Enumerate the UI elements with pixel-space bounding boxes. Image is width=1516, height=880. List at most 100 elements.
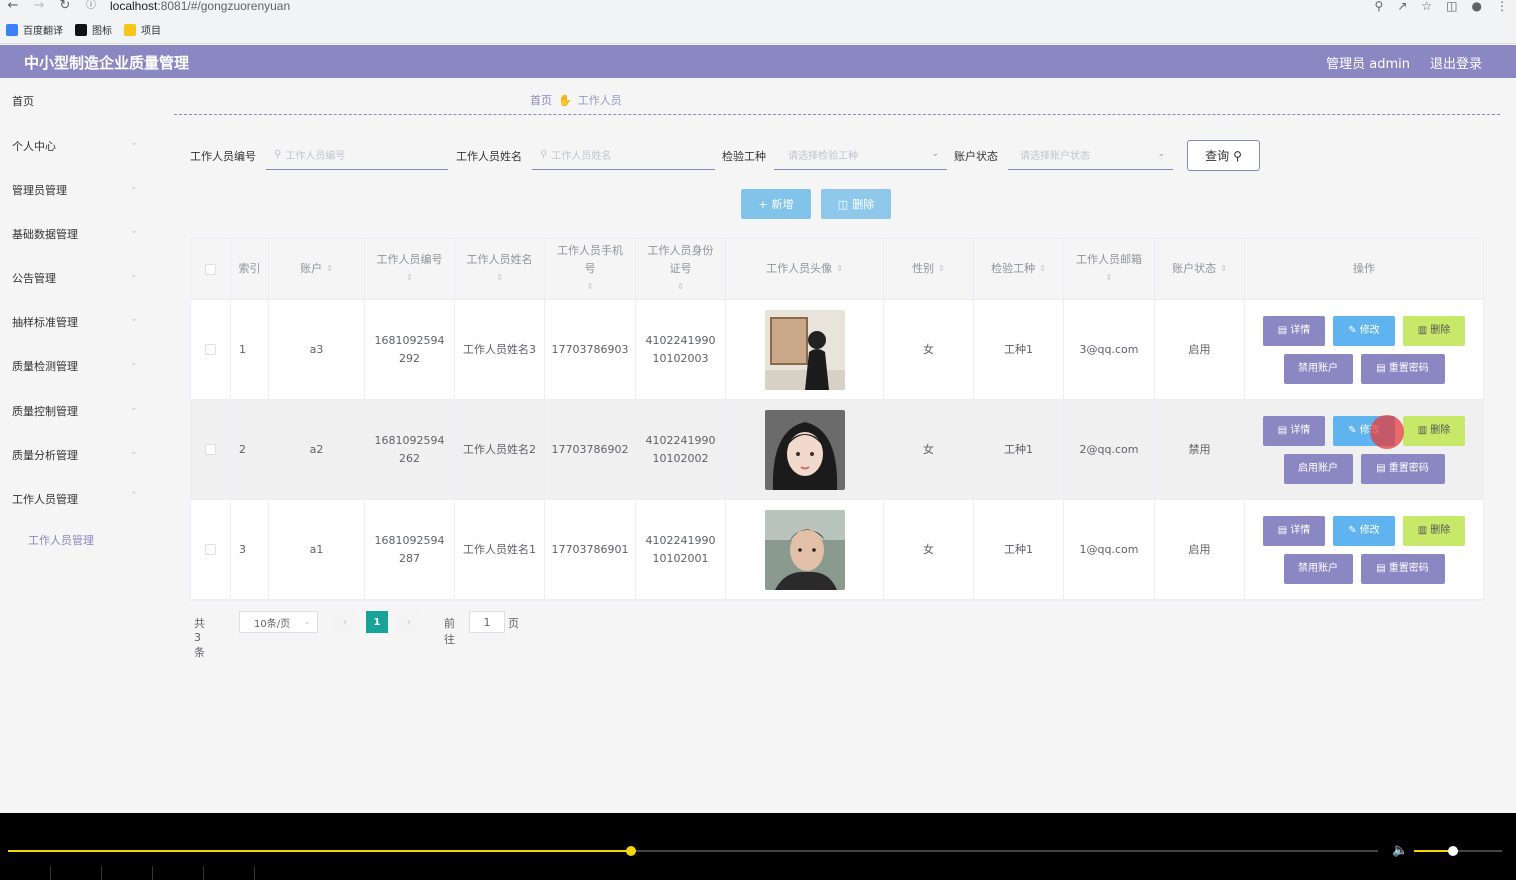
sidebar-item[interactable]: 抽样标准管理 ⌄ — [0, 314, 160, 334]
header-idcard[interactable]: 工作人员身份证号 ⇕ — [636, 239, 726, 299]
next-page-button[interactable]: › — [398, 611, 420, 633]
header-worktype[interactable]: 检验工种 ⇕ — [974, 239, 1064, 299]
breadcrumb-home[interactable]: 首页 — [530, 92, 552, 108]
delete-button[interactable]: ▥ 删除 — [1403, 315, 1465, 346]
seek-handle[interactable] — [626, 846, 637, 856]
sort-icon: ⇕ — [496, 273, 503, 282]
row-checkbox[interactable] — [191, 300, 231, 399]
chevron-down-icon: ⌄ — [130, 270, 138, 280]
sidepanel-icon[interactable]: ◫ — [1446, 0, 1457, 12]
key-icon[interactable]: ⚲ — [1375, 0, 1384, 12]
bookmark-item[interactable]: 百度翻译 — [6, 22, 63, 37]
reset-password-button[interactable]: ▤ 重置密码 — [1360, 353, 1445, 384]
sidebar-subitem-staff[interactable]: 工作人员管理 — [28, 532, 94, 548]
header-status[interactable]: 账户状态 ⇕ — [1155, 239, 1245, 299]
reset-password-button[interactable]: ▤ 重置密码 — [1360, 553, 1445, 584]
table-row: 2 a2 1681092594262 工作人员姓名2 17703786902 410224… — [191, 400, 1483, 500]
sidebar-item[interactable]: 首页 — [0, 93, 160, 113]
toggle-account-button[interactable]: 启用账户 — [1283, 453, 1353, 484]
row-checkbox[interactable] — [191, 400, 231, 499]
chevron-down-icon: ⌄ — [130, 447, 138, 457]
sidebar-item[interactable]: 工作人员管理 ⌃ — [0, 491, 160, 511]
toggle-account-button[interactable]: 禁用账户 — [1283, 353, 1353, 384]
bookmark-item[interactable]: 图标 — [75, 22, 112, 37]
chevron-down-icon: ⌄ — [130, 138, 138, 148]
detail-button[interactable]: ▤ 详情 — [1263, 315, 1325, 346]
profile-icon[interactable]: ● — [1472, 0, 1482, 12]
forward-icon[interactable]: → — [30, 0, 48, 14]
page-size-select[interactable]: 10条/页 ⌄ — [239, 611, 318, 633]
header-avatar[interactable]: 工作人员头像 ⇕ — [726, 239, 884, 299]
header-email[interactable]: 工作人员邮箱 ⇕ — [1064, 239, 1155, 299]
header-account[interactable]: 账户 ⇕ — [269, 239, 365, 299]
prev-page-button[interactable]: ‹ — [334, 611, 356, 633]
sidebar-item[interactable]: 质量分析管理 ⌄ — [0, 447, 160, 467]
sidebar-item[interactable]: 质量检测管理 ⌄ — [0, 358, 160, 378]
goto-page-input[interactable]: 1 — [469, 611, 505, 633]
player-tab[interactable] — [51, 866, 102, 880]
star-icon[interactable]: ☆ — [1421, 0, 1432, 12]
chevron-down-icon: ⌄ — [931, 149, 939, 159]
document-icon: ▤ — [1376, 362, 1386, 374]
volume-icon[interactable]: 🔈 — [1392, 843, 1408, 858]
worktype-select[interactable]: 请选择检验工种 ⌄ — [774, 140, 947, 170]
player-tab[interactable] — [102, 866, 153, 880]
page-number-current[interactable]: 1 — [366, 611, 388, 633]
sidebar-item[interactable]: 公告管理 ⌄ — [0, 270, 160, 290]
volume-slider[interactable] — [1414, 846, 1502, 856]
reload-icon[interactable]: ↻ — [56, 0, 74, 14]
divider — [174, 114, 1500, 115]
add-button[interactable]: + 新增 — [741, 189, 811, 219]
header-phone[interactable]: 工作人员手机号 ⇕ — [545, 239, 636, 299]
back-icon[interactable]: ← — [4, 0, 22, 14]
sidebar-item[interactable]: 基础数据管理 ⌄ — [0, 226, 160, 246]
detail-button[interactable]: ▤ 详情 — [1263, 415, 1325, 446]
row-checkbox[interactable] — [191, 500, 231, 599]
select-all-checkbox[interactable] — [191, 239, 231, 299]
cell-index: 2 — [231, 400, 269, 499]
sidebar: 首页个人中心 ⌄ 管理员管理 ⌄ 基础数据管理 ⌄ 公告管理 ⌄ 抽样标准管理 ⌄ 质量检测管理 ⌄ 质… — [0, 78, 160, 813]
player-tab[interactable] — [153, 866, 204, 880]
player-tab[interactable] — [204, 866, 255, 880]
sort-icon: ⇕ — [1220, 264, 1227, 273]
delete-button[interactable]: ▥ 删除 — [1403, 415, 1465, 446]
cell-index: 3 — [231, 500, 269, 599]
info-icon[interactable]: ⓘ — [86, 0, 96, 14]
sidebar-item[interactable]: 质量控制管理 ⌄ — [0, 403, 160, 423]
player-tab[interactable] — [0, 866, 51, 880]
document-icon: ▤ — [1277, 524, 1288, 536]
reset-password-button[interactable]: ▤ 重置密码 — [1360, 453, 1445, 484]
address-bar[interactable]: localhost:8081/#/gongzuorenyuan — [110, 0, 290, 12]
header-gender[interactable]: 性别 ⇕ — [884, 239, 974, 299]
bookmark-item[interactable]: 项目 — [124, 22, 161, 37]
sidebar-item[interactable]: 个人中心 ⌄ — [0, 138, 160, 158]
cell-phone: 17703786903 — [545, 300, 636, 399]
chevron-up-icon: ⌃ — [130, 491, 138, 501]
no-search-input[interactable]: ⚲ 工作人员编号 — [266, 140, 448, 170]
status-label: 账户状态 — [954, 150, 998, 163]
cell-worktype: 工种1 — [974, 300, 1064, 399]
cell-no: 1681092594287 — [365, 500, 455, 599]
header-name[interactable]: 工作人员姓名 ⇕ — [455, 239, 545, 299]
name-search-input[interactable]: ⚲ 工作人员姓名 — [532, 140, 715, 170]
avatar — [726, 400, 884, 499]
status-select[interactable]: 请选择账户状态 ⌄ — [1008, 140, 1173, 170]
trash-icon: ▥ — [1417, 324, 1428, 336]
edit-button[interactable]: ✎修改 — [1333, 515, 1395, 546]
share-icon[interactable]: ↗ — [1397, 0, 1407, 12]
sort-icon: ⇕ — [677, 282, 684, 291]
edit-button[interactable]: ✎修改 — [1333, 315, 1395, 346]
sidebar-item[interactable]: 管理员管理 ⌄ — [0, 182, 160, 202]
batch-delete-button[interactable]: ◫ 删除 — [821, 189, 891, 219]
toggle-account-button[interactable]: 禁用账户 — [1283, 553, 1353, 584]
header-no[interactable]: 工作人员编号 ⇕ — [365, 239, 455, 299]
query-button[interactable]: 查询 ⚲ — [1187, 140, 1260, 171]
detail-button[interactable]: ▤ 详情 — [1263, 515, 1325, 546]
cell-worktype: 工种1 — [974, 400, 1064, 499]
seek-bar[interactable] — [8, 846, 1378, 856]
delete-button[interactable]: ▥ 删除 — [1403, 515, 1465, 546]
volume-handle[interactable] — [1447, 846, 1458, 856]
current-user: 管理员 admin — [1326, 57, 1410, 72]
logout-link[interactable]: 退出登录 — [1430, 53, 1482, 72]
menu-icon[interactable]: ⋮ — [1496, 0, 1508, 12]
